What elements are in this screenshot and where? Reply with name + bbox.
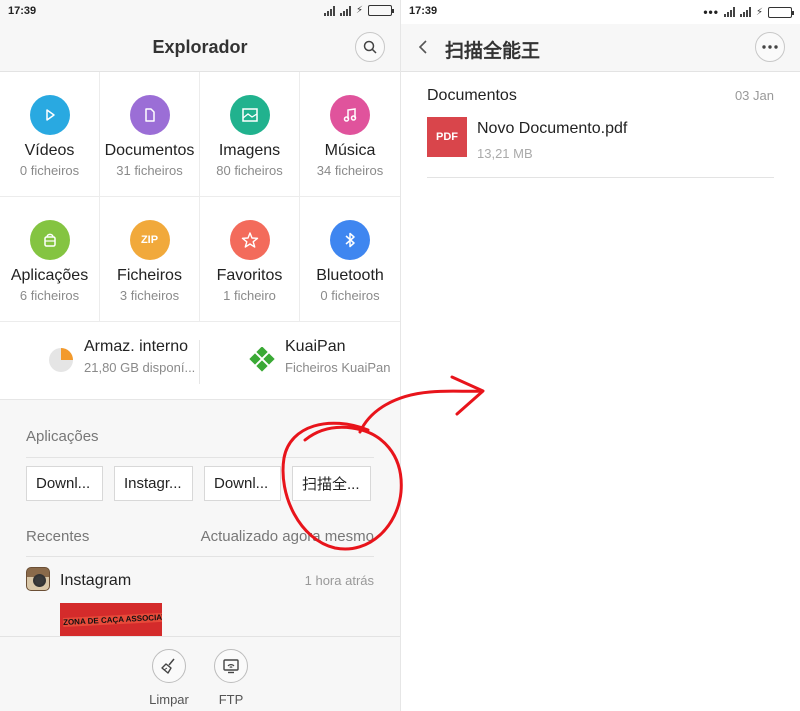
- signal-icon: [723, 7, 735, 17]
- notification-dots-icon: •••: [703, 5, 719, 19]
- status-bar: 17:39 ••• ⚡: [401, 0, 800, 24]
- category-videos[interactable]: Vídeos 0 ficheiros: [0, 72, 100, 197]
- category-music[interactable]: Música 34 ficheiros: [300, 72, 400, 197]
- status-icons: ••• ⚡: [703, 5, 794, 19]
- category-count: 6 ficheiros: [19, 288, 80, 303]
- thumbnail-sign-text: ZONA DE CAÇA ASSOCIATIVA: [62, 611, 162, 628]
- search-button[interactable]: [355, 32, 385, 62]
- section-title: Documentos: [427, 87, 517, 104]
- status-bar: 17:39 ⚡: [0, 0, 400, 24]
- internal-storage[interactable]: Armaz. interno 21,80 GB disponí...: [48, 338, 195, 375]
- document-icon: [129, 95, 170, 135]
- signal-icon: [323, 5, 335, 16]
- category-label: Ficheiros: [117, 267, 182, 284]
- recent-item[interactable]: Instagram 1 hora atrás: [26, 566, 374, 594]
- divider: [427, 177, 774, 178]
- category-count: 0 ficheiros: [19, 163, 80, 178]
- pdf-file-icon: PDF: [427, 117, 467, 157]
- app-chip-download-2[interactable]: Downl...: [204, 466, 281, 501]
- more-options-button[interactable]: [755, 32, 785, 62]
- bluetooth-icon: [330, 220, 370, 260]
- status-time: 17:39: [409, 5, 438, 17]
- app-chip-instagram[interactable]: Instagr...: [114, 466, 193, 501]
- category-label: Imagens: [218, 142, 281, 159]
- folder-title: 扫描全能王: [445, 41, 541, 62]
- file-size: 13,21 MB: [477, 146, 533, 161]
- charging-icon: ⚡: [755, 6, 763, 18]
- star-icon: [229, 220, 270, 260]
- divider: [26, 457, 374, 458]
- category-count: 0 ficheiros: [320, 288, 380, 303]
- android-icon: [29, 220, 70, 260]
- folder-header: 扫描全能王: [401, 24, 800, 72]
- recent-updated-label: Actualizado agora mesmo: [200, 528, 374, 545]
- category-label: Favoritos: [216, 267, 283, 284]
- kuaipan-storage[interactable]: KuaiPan Ficheiros KuaiPan: [249, 338, 391, 375]
- bottom-bar: Limpar FTP: [0, 636, 400, 711]
- file-explorer-screen: 17:39 ⚡ Explorador Vídeos 0 ficheiros Do…: [0, 0, 400, 711]
- category-archives[interactable]: ZIP Ficheiros 3 ficheiros: [100, 197, 200, 322]
- category-label: Documentos: [104, 142, 195, 159]
- ftp-label: FTP: [218, 692, 244, 707]
- app-header: Explorador: [0, 24, 400, 72]
- music-icon: [330, 95, 370, 135]
- kuaipan-icon: [249, 347, 275, 372]
- category-documents[interactable]: Documentos 31 ficheiros: [100, 72, 200, 197]
- storage-pie-icon: [49, 348, 73, 372]
- ftp-button[interactable]: FTP: [206, 649, 256, 707]
- storage-title: Armaz. interno: [84, 338, 189, 355]
- zip-icon: ZIP: [129, 220, 170, 260]
- category-images[interactable]: Imagens 80 ficheiros: [200, 72, 300, 197]
- documents-section-header: Documentos 03 Jan: [427, 87, 774, 105]
- storage-subtitle: Ficheiros KuaiPan: [285, 360, 391, 375]
- file-name[interactable]: Novo Documento.pdf: [477, 120, 627, 138]
- app-chip-camscanner[interactable]: 扫描全...: [292, 466, 371, 501]
- signal-icon: [339, 5, 351, 16]
- image-icon: [229, 95, 270, 135]
- category-favorites[interactable]: Favoritos 1 ficheiro: [200, 197, 300, 322]
- instagram-icon: [26, 567, 50, 591]
- category-label: Vídeos: [24, 142, 75, 159]
- category-apps[interactable]: Aplicações 6 ficheiros: [0, 197, 100, 322]
- category-label: Bluetooth: [316, 267, 384, 284]
- divider: [199, 340, 200, 384]
- app-chip-download-1[interactable]: Downl...: [26, 466, 103, 501]
- status-icons: ⚡: [323, 5, 394, 16]
- category-count: 3 ficheiros: [119, 288, 180, 303]
- camscanner-folder-screen: 17:39 ••• ⚡ 扫描全能王 Documentos 03 Jan PDF …: [400, 0, 800, 711]
- status-time: 17:39: [8, 5, 37, 17]
- storage-title: KuaiPan: [285, 338, 346, 355]
- battery-icon: [768, 6, 794, 18]
- recent-section-label: Recentes: [26, 528, 90, 545]
- signal-icon: [739, 7, 751, 17]
- divider: [26, 556, 374, 557]
- battery-icon: [368, 5, 394, 16]
- more-dots-icon: [762, 45, 778, 49]
- search-icon: [363, 40, 377, 54]
- recent-item-name: Instagram: [60, 572, 132, 589]
- page-title: Explorador: [152, 37, 248, 57]
- category-bluetooth[interactable]: Bluetooth 0 ficheiros: [300, 197, 400, 322]
- broom-icon: [152, 649, 186, 683]
- recent-item-time: 1 hora atrás: [304, 573, 374, 588]
- apps-section-label: Aplicações: [26, 428, 99, 445]
- category-count: 80 ficheiros: [216, 163, 283, 178]
- play-icon: [29, 95, 70, 135]
- storage-subtitle: 21,80 GB disponí...: [84, 360, 196, 375]
- storage-section: Armaz. interno 21,80 GB disponí... KuaiP…: [0, 322, 400, 400]
- category-grid: Vídeos 0 ficheiros Documentos 31 ficheir…: [0, 72, 400, 322]
- clean-label: Limpar: [149, 692, 189, 707]
- charging-icon: ⚡: [355, 5, 363, 16]
- back-arrow-icon[interactable]: [417, 38, 429, 56]
- ftp-icon: [214, 649, 248, 683]
- clean-button[interactable]: Limpar: [144, 649, 194, 707]
- section-date: 03 Jan: [734, 88, 774, 103]
- category-count: 1 ficheiro: [223, 288, 276, 303]
- category-label: Música: [324, 142, 376, 159]
- category-count: 34 ficheiros: [316, 163, 384, 178]
- category-count: 31 ficheiros: [116, 163, 183, 178]
- category-label: Aplicações: [10, 267, 89, 284]
- recent-thumbnail[interactable]: ZONA DE CAÇA ASSOCIATIVA: [60, 603, 162, 637]
